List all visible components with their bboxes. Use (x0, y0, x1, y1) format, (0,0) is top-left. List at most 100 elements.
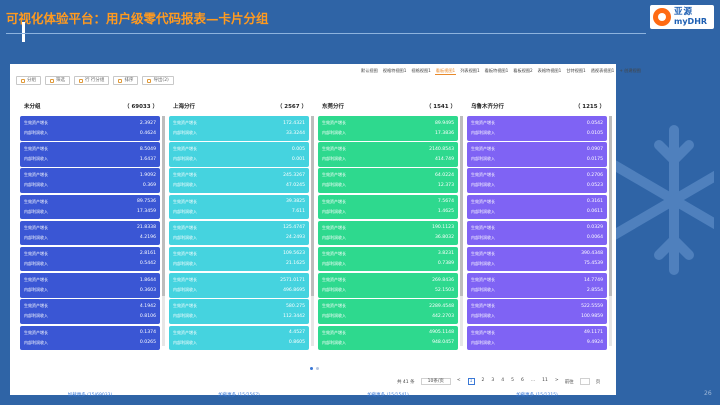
card-label: 内部利润收入 (173, 130, 197, 135)
report-card[interactable]: 生效资产增长 0.2706 内部利润收入 0.0523 (467, 168, 607, 193)
view-tab[interactable]: 看板视图2 (512, 68, 533, 75)
report-card[interactable]: 生效资产增长 64.0224 内部利润收入 12.373 (318, 168, 458, 193)
card-label: 内部利润收入 (471, 208, 495, 214)
card-value: 0.001 (291, 156, 305, 162)
card-label: 生效资产增长 (24, 303, 48, 309)
report-card[interactable]: 生效资产增长 0.0329 内部利润收入 0.0064 (467, 220, 607, 246)
report-card[interactable]: 生效资产增长 3.8231 内部利润收入 0.7389 (318, 246, 458, 272)
report-card[interactable]: 生效资产增长 89.7536 内部利润收入 17.3459 (20, 194, 160, 220)
card-value: 64.0224 (435, 172, 454, 178)
sort-button[interactable]: 排序 (113, 76, 139, 85)
group-header: 未分组 （ 69033 ） (20, 102, 162, 112)
report-card[interactable]: 生效资产增长 0.1374 内部利润收入 0.0265 (20, 325, 160, 350)
report-card[interactable]: 生效资产增长 49.1171 内部利润收入 9.4924 (467, 325, 607, 350)
report-card[interactable]: 生效资产增长 125.4747 内部利润收入 24.2493 (169, 220, 309, 246)
view-tab[interactable]: 表格特视图1 (537, 68, 563, 75)
report-card[interactable]: 生效资产增长 190.1123 内部利润收入 36.8032 (318, 220, 458, 246)
report-card[interactable]: 生效资产增长 4.1942 内部利润收入 0.8106 (20, 299, 160, 324)
report-card[interactable]: 生效资产增长 172.4321 内部利润收入 33.3244 (169, 116, 309, 141)
report-card[interactable]: 生效资产增长 522.5559 内部利润收入 100.9859 (467, 299, 607, 324)
card-row: 内部利润收入 4.2196 (24, 233, 156, 243)
report-card[interactable]: 生效资产增长 2289.4548 内部利润收入 442.2703 (318, 299, 458, 324)
filter-button[interactable]: 筛选 (45, 76, 70, 85)
scrollbar-thumb[interactable] (311, 116, 314, 296)
page-link[interactable]: 11 (542, 378, 548, 385)
card-value: 7.5674 (437, 199, 454, 205)
view-tab[interactable]: 视格特视图1 (382, 68, 408, 75)
report-card[interactable]: 生效资产增长 0.005 内部利润收入 0.001 (169, 142, 309, 167)
view-tab[interactable]: 甘特视图1 (565, 68, 586, 75)
report-card[interactable]: 生效资产增长 8.5049 内部利润收入 1.6437 (20, 142, 160, 167)
goto-page-input[interactable] (579, 378, 590, 385)
scrollbar-thumb[interactable] (162, 116, 165, 296)
load-more-link[interactable]: 加载更多 (15/2567) (169, 392, 309, 398)
report-card[interactable]: 生效资产增长 580.275 内部利润收入 112.3442 (169, 299, 309, 324)
report-card[interactable]: 生效资产增长 390.4348 内部利润收入 75.4539 (467, 246, 607, 272)
view-tab[interactable]: + 创建视图 (618, 68, 642, 75)
card-label: 生效资产增长 (471, 146, 495, 152)
report-card[interactable]: 生效资产增长 1.8644 内部利润收入 0.3603 (20, 273, 160, 298)
view-tab[interactable]: 透视表视图1 (590, 68, 616, 75)
load-more-link[interactable]: 加载更多 (15/1215) (467, 392, 607, 398)
scrollbar-thumb[interactable] (609, 116, 612, 296)
card-value: 0.5442 (139, 261, 156, 267)
view-tab[interactable]: 默认视图 (360, 68, 379, 75)
report-card[interactable]: 生效资产增长 2571.0171 内部利润收入 496.8695 (169, 273, 309, 298)
report-card[interactable]: 生效资产增长 4.4527 内部利润收入 0.8605 (169, 325, 309, 350)
page-size-select[interactable]: 10条/页 (420, 378, 451, 385)
view-tab[interactable]: 列表视图1 (459, 68, 480, 75)
card-value: 0.369 (142, 182, 156, 188)
report-card[interactable]: 生效资产增长 14.7749 内部利润收入 2.8554 (467, 273, 607, 298)
page-link[interactable]: ... (531, 378, 535, 385)
report-card[interactable]: 生效资产增长 245.3267 内部利润收入 47.0245 (169, 168, 309, 193)
card-label: 生效资产增长 (24, 250, 48, 256)
report-card[interactable]: 生效资产增长 269.8436 内部利润收入 52.1503 (318, 273, 458, 298)
card-value: 0.0105 (586, 130, 603, 136)
report-card[interactable]: 生效资产增长 2.3927 内部利润收入 0.4624 (20, 116, 160, 141)
report-card[interactable]: 生效资产增长 2.8161 内部利润收入 0.5442 (20, 246, 160, 272)
carousel-dot[interactable] (316, 367, 319, 370)
card-row: 生效资产增长 0.2706 (471, 170, 603, 180)
report-card[interactable]: 生效资产增长 0.0907 内部利润收入 0.0175 (467, 142, 607, 167)
slide-title: 可视化体验平台：用户级零代码报表—卡片分组 (6, 11, 269, 26)
card-label: 生效资产增长 (173, 250, 197, 256)
report-card[interactable]: 生效资产增长 0.3161 内部利润收入 0.0611 (467, 194, 607, 220)
report-card[interactable]: 生效资产增长 21.8338 内部利润收入 4.2196 (20, 220, 160, 246)
load-more-link[interactable]: 加载更多 (15/69033) (20, 392, 160, 398)
export-button[interactable]: 导出(2) (142, 76, 174, 85)
scrollbar-thumb[interactable] (460, 116, 463, 296)
column-scrollbar[interactable] (311, 116, 314, 346)
carousel-dot[interactable] (310, 367, 313, 370)
report-card[interactable]: 生效资产增长 109.5623 内部利润收入 21.1625 (169, 246, 309, 272)
page-link[interactable]: 6 (521, 378, 524, 385)
card-row: 内部利润收入 0.3603 (24, 285, 156, 295)
card-value: 89.9495 (435, 120, 454, 126)
view-tab[interactable]: 看板特视图1 (484, 68, 510, 75)
card-value: 522.5559 (581, 303, 603, 309)
group-button[interactable]: 分组 (16, 76, 41, 85)
report-card[interactable]: 生效资产增长 7.5674 内部利润收入 1.4625 (318, 194, 458, 220)
report-card[interactable]: 生效资产增长 89.9495 内部利润收入 17.3836 (318, 116, 458, 141)
view-tab[interactable]: 视格视图1 (410, 68, 431, 75)
report-card[interactable]: 生效资产增长 0.0542 内部利润收入 0.0105 (467, 116, 607, 141)
row-group-button[interactable]: 行 行分组 (74, 76, 110, 85)
header-divider (6, 33, 646, 34)
page-link[interactable]: 1 (467, 378, 475, 385)
column-scrollbar[interactable] (460, 116, 463, 346)
page-link[interactable]: > (555, 378, 559, 385)
report-card[interactable]: 生效资产增长 39.3825 内部利润收入 7.611 (169, 194, 309, 220)
page-link[interactable]: 2 (482, 378, 485, 385)
report-card[interactable]: 生效资产增长 4905.1148 内部利润收入 948.0457 (318, 325, 458, 350)
load-more-link[interactable]: 加载更多 (15/1541) (318, 392, 458, 398)
column-scrollbar[interactable] (162, 116, 165, 346)
report-card[interactable]: 生效资产增长 2140.8543 内部利润收入 414.749 (318, 142, 458, 167)
page-link[interactable]: 5 (511, 378, 514, 385)
report-card[interactable]: 生效资产增长 1.9092 内部利润收入 0.369 (20, 168, 160, 193)
page-link[interactable]: < (457, 378, 461, 385)
page-link[interactable]: 4 (501, 378, 504, 385)
view-tab[interactable]: 看板视图1 (434, 68, 457, 75)
card-label: 内部利润收入 (173, 339, 197, 345)
page-link[interactable]: 3 (491, 378, 494, 385)
card-row: 生效资产增长 245.3267 (173, 170, 305, 180)
column-scrollbar[interactable] (609, 116, 612, 346)
